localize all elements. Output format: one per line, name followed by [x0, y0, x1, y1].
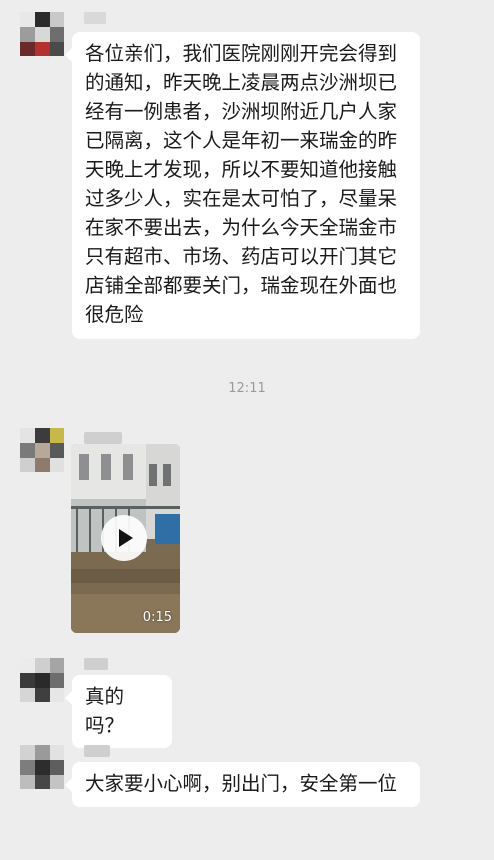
video-duration: 0:15 [142, 610, 172, 625]
message-text: 各位亲们，我们医院刚刚开完会得到的通知，昨天晚上凌晨两点沙洲坝已经有一例患者，沙… [85, 42, 398, 326]
avatar-mosaic [20, 12, 35, 27]
sender-name-redacted [84, 12, 106, 24]
video-message[interactable]: 0:15 [71, 444, 180, 633]
avatar[interactable] [20, 12, 64, 56]
avatar[interactable] [20, 658, 64, 702]
message-bubble[interactable]: 各位亲们，我们医院刚刚开完会得到的通知，昨天晚上凌晨两点沙洲坝已经有一例患者，沙… [65, 32, 420, 339]
message-text: 真的吗？ [85, 685, 125, 737]
message-bubble[interactable]: 大家要小心啊，别出门，安全第一位 [65, 762, 420, 807]
play-icon[interactable] [101, 515, 147, 561]
timestamp: 12:11 [228, 381, 266, 396]
avatar[interactable] [20, 745, 64, 789]
sender-name-redacted [84, 658, 108, 670]
avatar[interactable] [20, 428, 64, 472]
sender-name-redacted [84, 432, 122, 444]
sender-name-redacted [84, 745, 110, 757]
message-bubble[interactable]: 真的吗？ [65, 675, 172, 748]
message-text: 大家要小心啊，别出门，安全第一位 [85, 772, 398, 795]
